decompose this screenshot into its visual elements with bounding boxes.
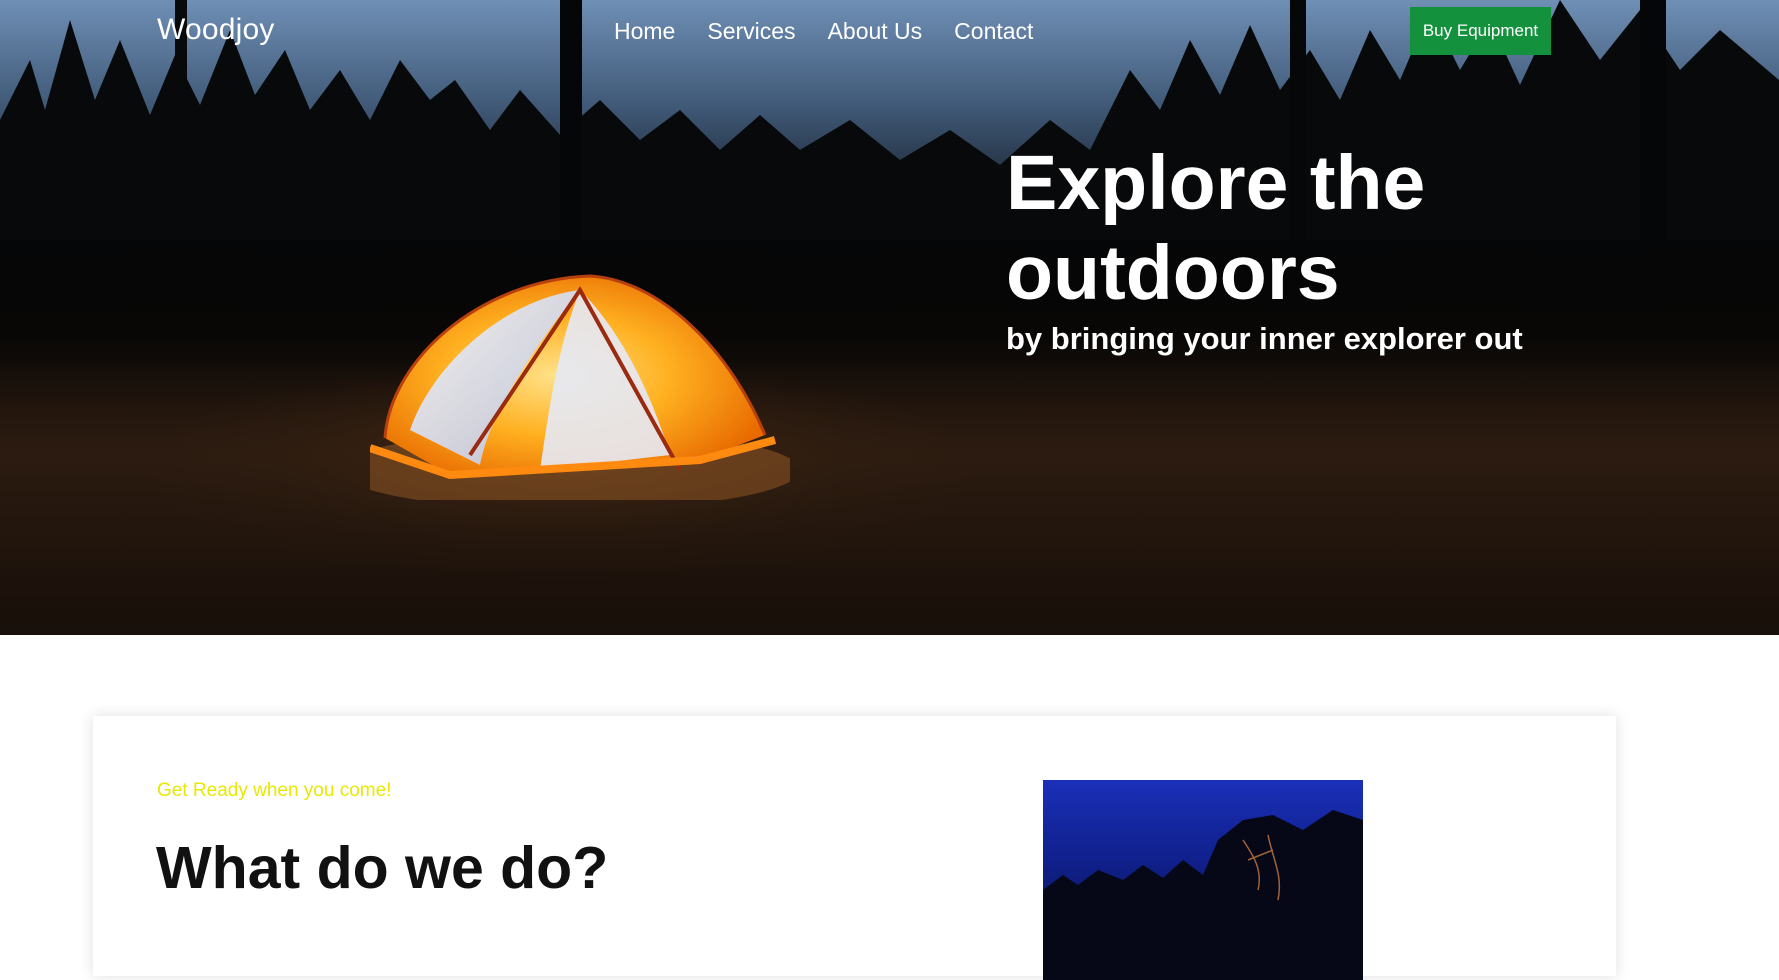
nav-link-contact[interactable]: Contact [954, 18, 1033, 45]
section-title: What do we do? [156, 835, 609, 901]
night-trees-illustration [1043, 810, 1363, 980]
tent-illustration [370, 274, 790, 500]
hero-text-block: Explore the outdoors by bringing your in… [1006, 138, 1526, 358]
hero-ground-glow [0, 330, 1779, 635]
hero-title: Explore the outdoors [1006, 140, 1426, 316]
brand-logo[interactable]: Woodjoy [157, 13, 275, 47]
nav-link-home[interactable]: Home [614, 18, 675, 45]
section-eyebrow: Get Ready when you come! [157, 780, 392, 801]
top-navigation: Woodjoy Home Services About Us Contact B… [0, 0, 1779, 64]
nav-link-services[interactable]: Services [707, 18, 795, 45]
hero-banner: Woodjoy Home Services About Us Contact B… [0, 0, 1779, 635]
buy-equipment-button[interactable]: Buy Equipment [1410, 7, 1551, 55]
main-menu: Home Services About Us Contact [614, 18, 1033, 45]
night-camp-image [1043, 780, 1363, 980]
nav-link-about-us[interactable]: About Us [828, 18, 923, 45]
hero-subtitle: by bringing your inner explorer out [1006, 321, 1523, 356]
what-we-do-card: Get Ready when you come! What do we do? [93, 716, 1616, 980]
